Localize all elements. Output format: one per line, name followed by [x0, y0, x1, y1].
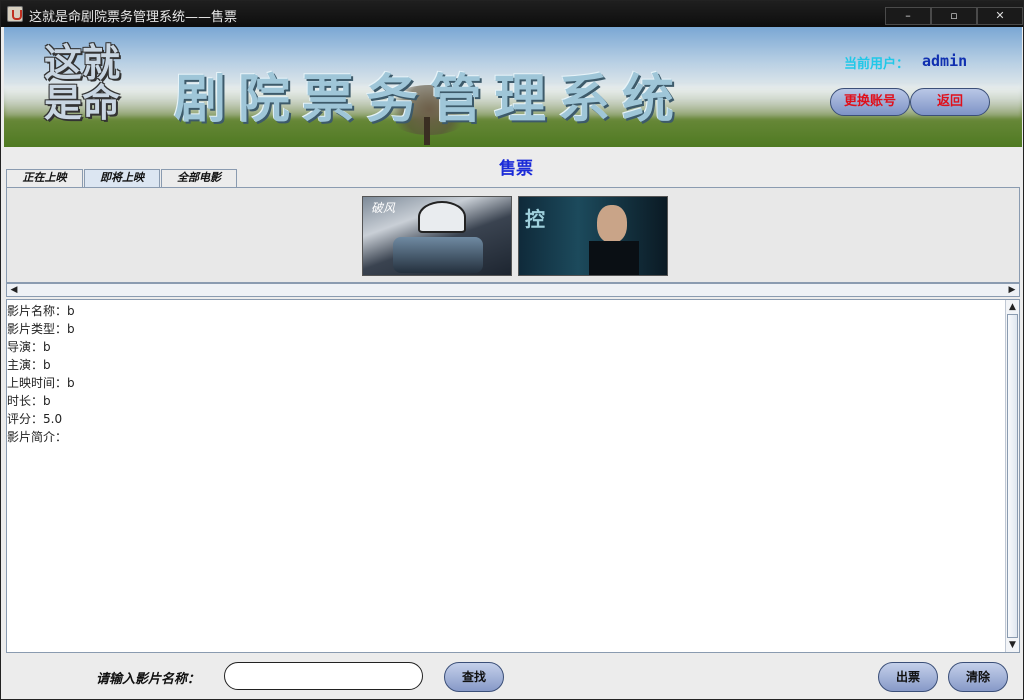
- poster-control[interactable]: 控: [518, 196, 668, 276]
- tab-coming-soon[interactable]: 即将上映: [84, 169, 160, 187]
- switch-account-button[interactable]: 更换账号: [830, 88, 910, 116]
- poster-horizontal-scrollbar[interactable]: ◀ ▶: [6, 283, 1020, 297]
- window-title: 这就是命剧院票务管理系统——售票: [29, 10, 238, 25]
- current-user-name: admin: [922, 52, 968, 70]
- scroll-down-icon[interactable]: ▼: [1006, 638, 1019, 652]
- maximize-button[interactable]: ▫: [931, 7, 977, 25]
- header-banner: 这就是命 剧院票务管理系统 当前用户： admin 更换账号 返回: [4, 27, 1022, 147]
- system-title: 剧院票务管理系统: [174, 69, 687, 130]
- info-line-director: 导演：b: [7, 340, 51, 354]
- scroll-right-icon[interactable]: ▶: [1005, 284, 1019, 296]
- scroll-left-icon[interactable]: ◀: [7, 284, 21, 296]
- java-app-icon: [7, 6, 23, 22]
- tab-all-movies[interactable]: 全部电影: [161, 169, 237, 187]
- search-label: 请输入影片名称：: [96, 672, 201, 687]
- info-line-release: 上映时间：b: [7, 376, 75, 390]
- clear-button[interactable]: 清除: [948, 662, 1008, 692]
- movie-info-textarea[interactable]: 影片名称：b 影片类型：b 导演：b 主演：b 上映时间：b 时长：b 评分：5…: [6, 299, 1020, 653]
- page-title: 售票: [499, 159, 533, 179]
- poster-control-title: 控: [525, 207, 545, 231]
- search-button[interactable]: 查找: [444, 662, 504, 692]
- close-button[interactable]: ✕: [977, 7, 1023, 25]
- poster-panel: 破风 控: [6, 187, 1020, 283]
- info-line-rating: 评分：5.0: [7, 412, 63, 426]
- tab-now-showing[interactable]: 正在上映: [6, 169, 83, 187]
- main-window: 这就是命剧院票务管理系统——售票 – ▫ ✕ 这就是命 剧院票务管理系统 当前用…: [0, 0, 1024, 700]
- back-button[interactable]: 返回: [910, 88, 990, 116]
- poster-cycling-title: 破风: [371, 201, 396, 215]
- issue-ticket-button[interactable]: 出票: [878, 662, 938, 692]
- title-bar: 这就是命剧院票务管理系统——售票 – ▫ ✕: [1, 1, 1023, 27]
- scroll-up-icon[interactable]: ▲: [1006, 300, 1019, 314]
- info-line-synopsis: 影片简介：: [7, 430, 68, 444]
- poster-cycling[interactable]: 破风: [362, 196, 512, 276]
- current-user-label: 当前用户：: [844, 57, 910, 72]
- minimize-button[interactable]: –: [885, 7, 931, 25]
- brand-logo: 这就是命: [44, 41, 121, 125]
- info-vertical-scrollbar[interactable]: ▲ ▼: [1005, 300, 1019, 652]
- info-line-duration: 时长：b: [7, 394, 51, 408]
- info-line-cast: 主演：b: [7, 358, 51, 372]
- movie-name-input[interactable]: [224, 662, 423, 690]
- movie-info-lines: 影片名称：b 影片类型：b 导演：b 主演：b 上映时间：b 时长：b 评分：5…: [7, 302, 75, 446]
- info-line-name: 影片名称：b: [7, 304, 75, 318]
- info-line-type: 影片类型：b: [7, 322, 75, 336]
- scrollbar-thumb[interactable]: [1007, 314, 1018, 638]
